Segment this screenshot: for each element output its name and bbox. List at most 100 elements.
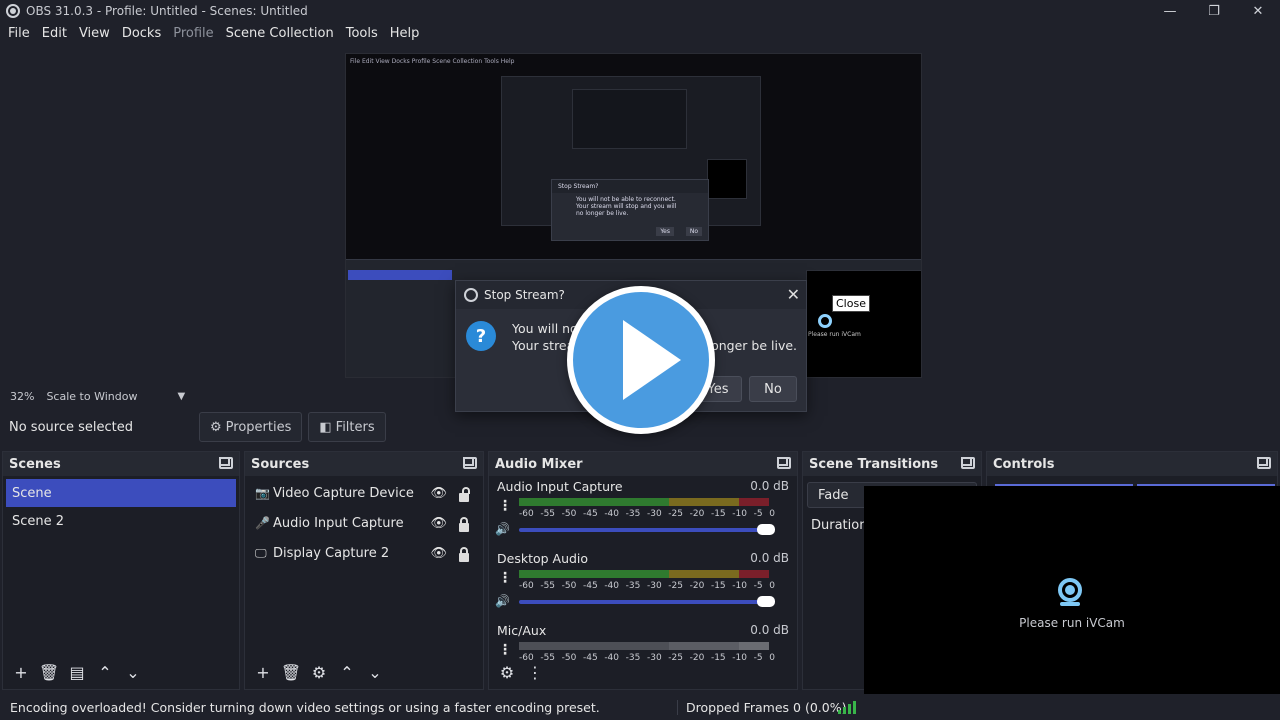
microphone-icon: 🎤 bbox=[255, 516, 270, 530]
source-label: Display Capture 2 bbox=[273, 545, 390, 561]
ivcam-overlay: Please run iVCam bbox=[864, 486, 1280, 720]
eye-icon[interactable]: 👁 bbox=[430, 516, 447, 531]
volume-slider-handle[interactable] bbox=[757, 524, 775, 535]
filters-button[interactable]: ◧ Filters bbox=[308, 412, 386, 442]
trash-icon[interactable]: 🗑 bbox=[277, 660, 305, 684]
audio-mixer-header: Audio Mixer bbox=[489, 452, 797, 476]
audio-mixer-dock: Audio Mixer Audio Input Capture 0.0 dB ⋮… bbox=[488, 451, 798, 690]
menu-edit[interactable]: Edit bbox=[36, 26, 73, 41]
more-icon[interactable]: ⋮ bbox=[498, 642, 512, 658]
gear-icon[interactable]: ⚙ bbox=[493, 660, 521, 684]
more-icon[interactable]: ⋮ bbox=[521, 660, 549, 684]
more-icon[interactable]: ⋮ bbox=[498, 570, 512, 586]
ivcam-message: Please run iVCam bbox=[1019, 616, 1125, 630]
filter-icon: ◧ bbox=[319, 419, 332, 435]
filter-icon[interactable]: ▤ bbox=[63, 660, 91, 684]
undock-icon[interactable] bbox=[777, 457, 791, 469]
move-up-icon[interactable]: ⌃ bbox=[333, 660, 361, 684]
volume-slider-handle[interactable] bbox=[757, 596, 775, 607]
nested-yes: Yes bbox=[656, 227, 674, 236]
volume-meter bbox=[519, 642, 769, 650]
meter-ticks: -60 -55 -50 -45 -40 -35 -30 -25 -20 -15 -10 -5 0 bbox=[519, 581, 775, 591]
lock-icon[interactable] bbox=[459, 547, 469, 562]
source-item[interactable]: 🖵 Display Capture 2 👁 bbox=[245, 538, 483, 568]
meter-ticks: -60 -55 -50 -45 -40 -35 -30 -25 -20 -15 -10 -5 0 bbox=[519, 653, 775, 660]
dialog-message-line2-start: Your strea bbox=[512, 338, 575, 353]
scale-mode[interactable]: Scale to Window bbox=[46, 390, 137, 403]
move-up-icon[interactable]: ⌃ bbox=[91, 660, 119, 684]
volume-slider[interactable] bbox=[519, 528, 769, 532]
nested-dialog-line2: Your stream will stop and you will no lo… bbox=[576, 203, 677, 217]
gear-icon[interactable]: ⚙ bbox=[305, 660, 333, 684]
monitor-icon: 🖵 bbox=[255, 545, 267, 560]
more-icon[interactable]: ⋮ bbox=[498, 498, 512, 514]
move-down-icon[interactable]: ⌄ bbox=[119, 660, 147, 684]
scenes-title: Scenes bbox=[9, 456, 61, 472]
scene-transitions-title: Scene Transitions bbox=[809, 456, 939, 472]
menu-bar: File Edit View Docks Profile Scene Colle… bbox=[0, 22, 1280, 44]
sources-dock: Sources 📷 Video Capture Device 👁 🎤 Audio… bbox=[244, 451, 484, 690]
speaker-icon[interactable]: 🔊 bbox=[495, 522, 510, 536]
mixer-toolbar: ⚙ ⋮ bbox=[489, 659, 549, 685]
menu-help[interactable]: Help bbox=[384, 26, 426, 41]
volume-slider[interactable] bbox=[519, 600, 769, 604]
menu-file[interactable]: File bbox=[2, 26, 36, 41]
status-message: Encoding overloaded! Consider turning do… bbox=[10, 699, 600, 715]
nested-menu-text: File Edit View Docks Profile Scene Colle… bbox=[350, 58, 515, 65]
source-label: Video Capture Device bbox=[273, 485, 414, 501]
lock-icon[interactable] bbox=[459, 517, 469, 532]
source-item[interactable]: 📷 Video Capture Device 👁 bbox=[245, 478, 483, 508]
nested-no: No bbox=[685, 227, 702, 236]
menu-tools[interactable]: Tools bbox=[340, 26, 384, 41]
nested-selected-scene bbox=[348, 270, 452, 280]
chevron-down-icon[interactable]: ▼ bbox=[177, 391, 185, 402]
window-controls: — ❐ ✕ bbox=[1148, 0, 1280, 22]
speaker-icon[interactable]: 🔊 bbox=[495, 594, 510, 608]
undock-icon[interactable] bbox=[463, 457, 477, 469]
mixer-channel: Audio Input Capture 0.0 dB ⋮ -60 -55 -50 -4… bbox=[489, 476, 797, 548]
obs-window: OBS 31.0.3 - Profile: Untitled - Scenes:… bbox=[0, 0, 1280, 720]
menu-profile[interactable]: Profile bbox=[167, 26, 219, 41]
source-item[interactable]: 🎤 Audio Input Capture 👁 bbox=[245, 508, 483, 538]
undock-icon[interactable] bbox=[219, 457, 233, 469]
unlock-icon[interactable] bbox=[459, 487, 470, 502]
scene-item[interactable]: Scene 2 bbox=[3, 507, 239, 535]
minimize-button[interactable]: — bbox=[1148, 0, 1192, 22]
add-icon[interactable]: + bbox=[7, 660, 35, 684]
scene-transitions-header: Scene Transitions bbox=[803, 452, 981, 476]
controls-title: Controls bbox=[993, 456, 1055, 472]
channel-name: Desktop Audio bbox=[497, 551, 589, 566]
channel-db: 0.0 dB bbox=[750, 479, 789, 493]
menu-view[interactable]: View bbox=[73, 26, 116, 41]
dialog-title: Stop Stream? bbox=[484, 288, 565, 302]
trash-icon[interactable]: 🗑 bbox=[35, 660, 63, 684]
dialog-close-button[interactable]: ✕ bbox=[787, 285, 800, 304]
undock-icon[interactable] bbox=[1257, 457, 1271, 469]
title-bar: OBS 31.0.3 - Profile: Untitled - Scenes:… bbox=[0, 0, 1280, 22]
maximize-button[interactable]: ❐ bbox=[1192, 0, 1236, 22]
close-window-button[interactable]: ✕ bbox=[1236, 0, 1280, 22]
source-toolbar: No source selected ⚙ Properties ◧ Filter… bbox=[0, 406, 1280, 448]
channel-db: 0.0 dB bbox=[750, 623, 789, 637]
properties-button[interactable]: ⚙ Properties bbox=[199, 412, 303, 442]
audio-mixer-title: Audio Mixer bbox=[495, 456, 583, 472]
controls-header: Controls bbox=[987, 452, 1277, 476]
menu-scene-collection[interactable]: Scene Collection bbox=[220, 26, 340, 41]
zoom-level: 32% bbox=[10, 389, 35, 403]
window-title: OBS 31.0.3 - Profile: Untitled - Scenes:… bbox=[26, 4, 308, 18]
volume-meter bbox=[519, 570, 769, 578]
scenes-dock: Scenes Scene Scene 2 + 🗑 ▤ ⌃ ⌄ bbox=[2, 451, 240, 690]
move-down-icon[interactable]: ⌄ bbox=[361, 660, 389, 684]
sources-header: Sources bbox=[245, 452, 483, 476]
add-icon[interactable]: + bbox=[249, 660, 277, 684]
menu-docks[interactable]: Docks bbox=[116, 26, 167, 41]
nested-ivcam bbox=[707, 159, 747, 199]
eye-icon[interactable]: 👁 bbox=[430, 546, 447, 561]
signal-icon bbox=[838, 700, 858, 714]
volume-meter bbox=[519, 498, 769, 506]
eye-icon[interactable]: 👁 bbox=[430, 486, 447, 501]
scene-item[interactable]: Scene bbox=[6, 479, 236, 507]
nested-preview-inner bbox=[572, 89, 687, 149]
undock-icon[interactable] bbox=[961, 457, 975, 469]
channel-name: Audio Input Capture bbox=[497, 479, 623, 494]
